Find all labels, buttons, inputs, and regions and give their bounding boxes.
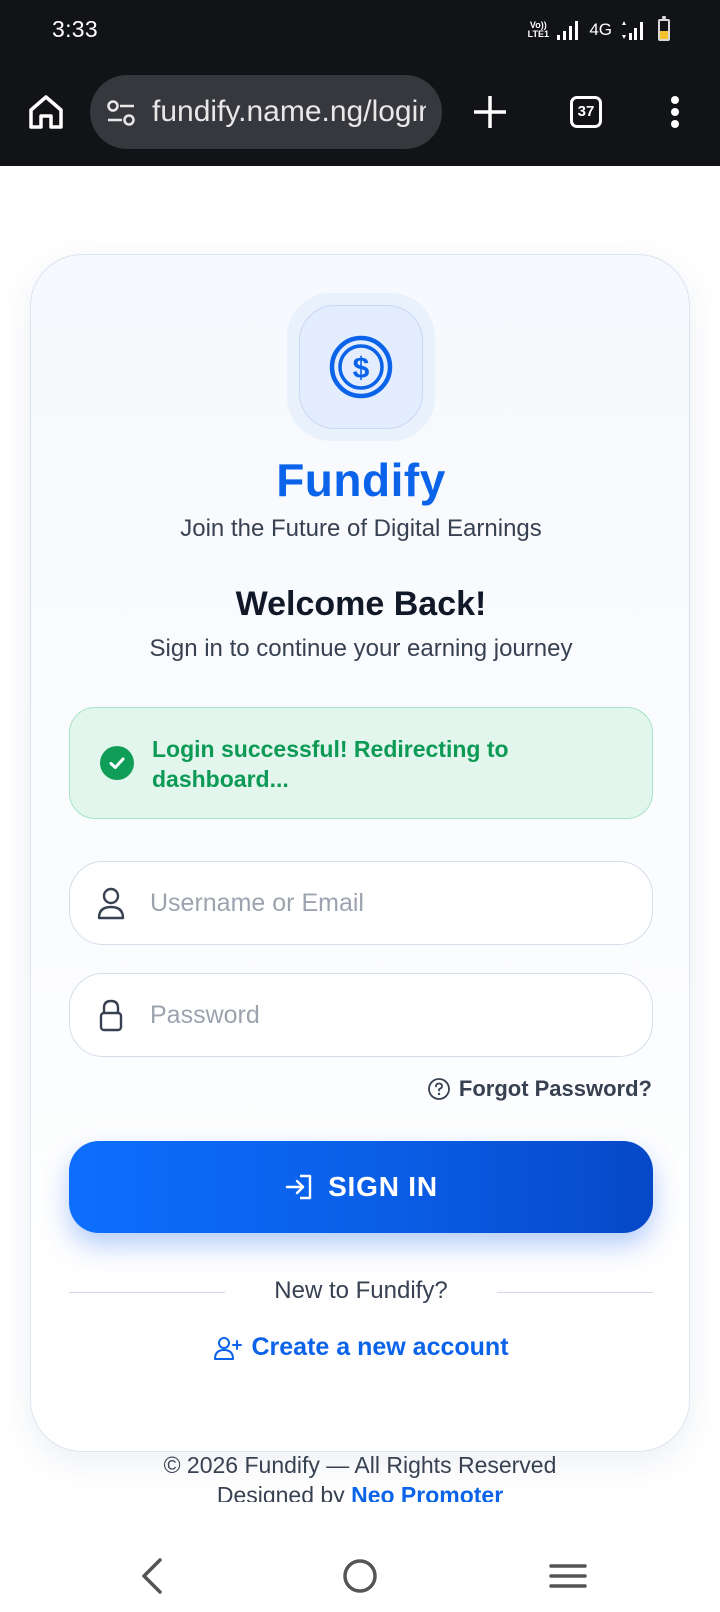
create-account-label[interactable]: Create a new account [251,1333,508,1362]
password-field[interactable] [69,973,653,1057]
create-account-link[interactable]: Create a new account [31,1333,691,1362]
success-alert: Login successful! Redirecting to dashboa… [69,707,653,819]
footer-copyright: © 2026 Fundify — All Rights Reserved [163,1452,557,1478]
logo: $ [287,293,435,441]
recents-icon[interactable] [546,1554,590,1598]
lock-icon [99,999,123,1032]
status-time: 3:33 [52,16,98,42]
user-icon [97,887,125,920]
home-icon[interactable] [26,92,66,132]
status-bar: 3:33 Vo)) LTE1 4G [0,0,720,62]
user-plus-icon [214,1336,243,1360]
alert-message: Login successful! Redirecting to dashboa… [152,736,509,792]
svg-text:$: $ [353,352,370,385]
tab-switcher-button[interactable]: 37 [570,96,602,128]
brand-title: Fundify [276,454,446,506]
dollar-coin-icon: $ [329,335,393,399]
forgot-password-label[interactable]: Forgot Password? [459,1076,652,1102]
new-user-text: New to Fundify? [274,1277,448,1304]
sign-in-label[interactable]: SIGN IN [328,1171,438,1203]
sign-in-button[interactable]: SIGN IN [69,1141,653,1233]
footer-designed-prefix: Designed by [216,1482,345,1502]
check-circle-icon [100,746,134,780]
page-subtitle: Sign in to continue your earning journey [149,635,573,662]
help-circle-icon [427,1078,450,1100]
username-input[interactable] [150,862,630,944]
network-type: 4G [589,20,612,39]
divider: New to Fundify? [69,1275,653,1309]
forgot-password-link[interactable]: Forgot Password? [427,1073,652,1105]
login-card: $ Fundify Join the Future of Digital Ear… [30,254,690,1452]
plus-icon[interactable] [470,92,510,132]
password-input[interactable] [150,974,630,1056]
url-text[interactable]: fundify.name.ng/login [152,95,426,129]
footer-credit: Designed by Neo Promoter [0,1482,720,1502]
home-circle-icon[interactable] [338,1554,382,1598]
signal-data-icon [622,21,643,40]
back-icon[interactable] [132,1554,176,1598]
username-field[interactable] [69,861,653,945]
web-page: $ Fundify Join the Future of Digital Ear… [0,166,720,1538]
browser-toolbar: fundify.name.ng/login 37 [0,62,720,166]
signal-icon [557,21,579,40]
status-icons: Vo)) LTE1 4G [525,16,670,43]
battery-icon [658,16,670,41]
site-settings-icon[interactable] [106,99,136,127]
brand-tagline: Join the Future of Digital Earnings [180,515,542,542]
more-vert-icon[interactable] [660,92,690,132]
volte-indicator: Vo)) LTE1 [527,20,549,39]
login-icon [285,1174,312,1200]
designer-link[interactable]: Neo Promoter [351,1482,503,1502]
page-title: Welcome Back! [235,585,487,623]
address-bar[interactable]: fundify.name.ng/login [90,75,442,149]
system-nav-bar [0,1538,720,1612]
